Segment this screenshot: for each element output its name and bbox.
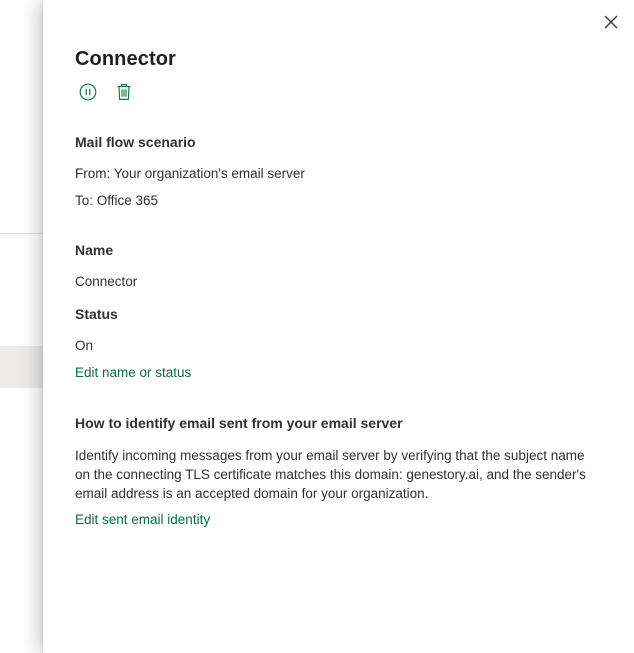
close-icon xyxy=(604,15,618,29)
edit-name-status-link[interactable]: Edit name or status xyxy=(75,365,191,380)
mail-flow-to: To: Office 365 xyxy=(75,193,159,208)
pause-button[interactable] xyxy=(77,82,99,102)
mail-flow-heading: Mail flow scenario xyxy=(75,134,196,150)
mail-flow-from: From: Your organization's email server xyxy=(75,166,305,181)
close-button[interactable] xyxy=(601,12,621,32)
identify-heading: How to identify email sent from your ema… xyxy=(75,415,403,431)
delete-button[interactable] xyxy=(113,82,135,102)
edit-sent-email-identity-link[interactable]: Edit sent email identity xyxy=(75,512,210,527)
name-value: Connector xyxy=(75,274,138,289)
name-heading: Name xyxy=(75,242,114,258)
panel-title: Connector xyxy=(75,48,176,70)
status-heading: Status xyxy=(75,306,118,322)
connector-details-panel: Connector Mail flow scenario From: Your … xyxy=(43,0,634,653)
background-divider xyxy=(0,233,43,234)
status-value: On xyxy=(75,338,94,353)
panel-actions xyxy=(77,82,135,102)
identify-description: Identify incoming messages from your ema… xyxy=(75,448,586,501)
trash-icon xyxy=(117,84,131,100)
pause-circle-icon xyxy=(79,83,97,101)
background-selected-row[interactable] xyxy=(0,346,43,388)
